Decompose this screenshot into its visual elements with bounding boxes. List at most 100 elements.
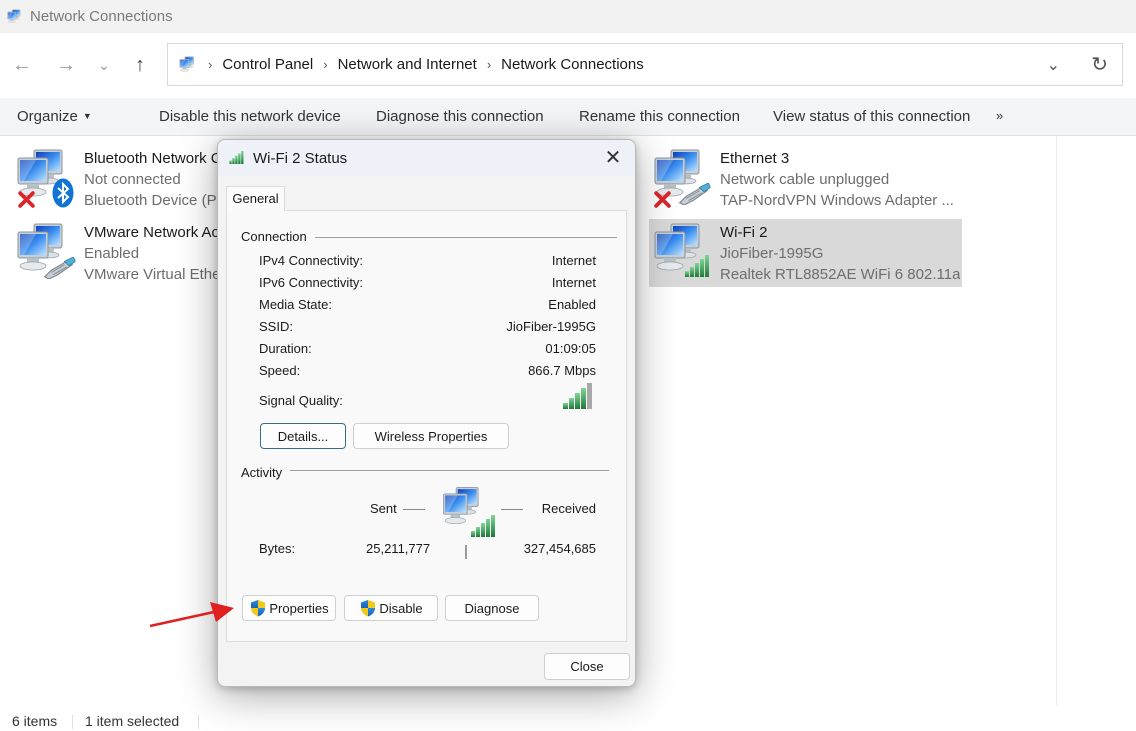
breadcrumb-control-panel[interactable]: Control Panel bbox=[222, 56, 313, 73]
signal-bars-icon bbox=[471, 515, 497, 537]
bytes-received-value: 327,454,685 bbox=[523, 541, 596, 556]
network-connections-icon bbox=[6, 9, 24, 25]
cable-icon bbox=[677, 183, 711, 205]
view-status-button[interactable]: View status of this connection bbox=[773, 108, 970, 125]
duration-label: Duration: bbox=[259, 341, 312, 356]
breadcrumb-network-and-internet[interactable]: Network and Internet bbox=[338, 56, 477, 73]
item-name: Ethernet 3 bbox=[720, 150, 790, 167]
speed-value: 866.7 Mbps bbox=[528, 363, 596, 378]
diagnose-connection-button[interactable]: Diagnose this connection bbox=[376, 108, 544, 125]
disconnected-x-icon bbox=[18, 191, 35, 208]
list-item-bluetooth[interactable]: Bluetooth Network C Not connected Blueto… bbox=[12, 143, 224, 211]
signal-bar bbox=[563, 403, 568, 409]
dialog-title-bar[interactable]: Wi-Fi 2 Status ✕ bbox=[218, 140, 635, 176]
recent-locations-button[interactable]: ⌄ bbox=[92, 53, 116, 77]
item-name: VMware Network Ac bbox=[84, 224, 219, 241]
ssid-value: JioFiber-1995G bbox=[506, 319, 596, 334]
network-connections-window: Network Connections ← → ⌄ ↑ › Control Pa… bbox=[0, 0, 1136, 731]
ipv6-label: IPv6 Connectivity: bbox=[259, 275, 364, 290]
refresh-icon[interactable]: ↻ bbox=[1091, 52, 1108, 77]
ipv6-value: Internet bbox=[551, 275, 596, 290]
disable-button[interactable]: Disable bbox=[344, 595, 438, 621]
breadcrumb-separator: › bbox=[486, 57, 492, 72]
uac-shield-icon bbox=[249, 599, 267, 617]
bytes-label: Bytes: bbox=[259, 541, 296, 556]
sent-line bbox=[403, 509, 425, 510]
annotation-arrow bbox=[149, 602, 234, 628]
signal-bar bbox=[581, 388, 586, 409]
speed-label: Speed: bbox=[259, 363, 301, 378]
disconnected-x-icon bbox=[654, 191, 671, 208]
status-separator bbox=[72, 715, 73, 729]
navigation-bar: ← → ⌄ ↑ › Control Panel › Network and In… bbox=[0, 33, 1136, 98]
activity-group-label: Activity bbox=[241, 465, 291, 480]
selection-count: 1 item selected bbox=[85, 713, 180, 729]
window-title: Network Connections bbox=[30, 8, 173, 25]
diagnose-button[interactable]: Diagnose bbox=[445, 595, 539, 621]
properties-label: Properties bbox=[269, 600, 329, 616]
arrow-shaft bbox=[149, 610, 215, 628]
disable-device-button[interactable]: Disable this network device bbox=[159, 108, 341, 125]
connection-divider bbox=[299, 237, 617, 238]
address-dropdown-icon[interactable]: ⌄ bbox=[1047, 55, 1060, 75]
general-panel: Connection IPv4 Connectivity: Internet I… bbox=[226, 210, 627, 642]
dialog-title: Wi-Fi 2 Status bbox=[253, 150, 348, 167]
organize-label: Organize bbox=[17, 108, 78, 125]
details-pane-divider bbox=[1056, 136, 1057, 706]
signal-quality-icon bbox=[563, 383, 592, 409]
item-name: Bluetooth Network C bbox=[84, 150, 222, 167]
item-status: Not connected bbox=[84, 171, 181, 188]
activity-divider-tick bbox=[465, 545, 467, 559]
address-bar[interactable]: › Control Panel › Network and Internet ›… bbox=[167, 43, 1123, 86]
item-status: Enabled bbox=[84, 245, 140, 262]
ipv4-label: IPv4 Connectivity: bbox=[259, 253, 364, 268]
back-button[interactable]: ← bbox=[10, 53, 34, 77]
details-button[interactable]: Details... bbox=[260, 423, 346, 449]
item-device: VMware Virtual Ethe bbox=[84, 266, 219, 283]
arrow-right-icon: → bbox=[56, 53, 76, 76]
status-separator bbox=[198, 715, 199, 729]
tab-general[interactable]: General bbox=[226, 186, 285, 211]
bluetooth-icon bbox=[52, 178, 74, 208]
list-item-wifi-2[interactable]: Wi-Fi 2 JioFiber-1995G Realtek RTL8852AE… bbox=[649, 219, 962, 287]
ipv4-value: Internet bbox=[551, 253, 596, 268]
forward-button[interactable]: → bbox=[54, 53, 78, 77]
organize-menu[interactable]: Organize ▼ bbox=[17, 108, 92, 125]
item-device: Bluetooth Device (Pe bbox=[84, 192, 224, 209]
properties-button[interactable]: Properties bbox=[242, 595, 336, 621]
sent-label: Sent bbox=[370, 501, 397, 516]
close-icon[interactable]: ✕ bbox=[601, 146, 625, 170]
item-status: Network cable unplugged bbox=[720, 171, 890, 188]
breadcrumb-separator: › bbox=[208, 57, 213, 72]
list-item-ethernet-3[interactable]: Ethernet 3 Network cable unplugged TAP-N… bbox=[649, 143, 962, 211]
item-count: 6 items bbox=[12, 713, 58, 729]
up-button[interactable]: ↑ bbox=[128, 53, 152, 77]
signal-bars-icon bbox=[685, 255, 711, 277]
arrow-head bbox=[210, 602, 234, 622]
breadcrumb-network-connections[interactable]: Network Connections bbox=[501, 56, 644, 73]
rename-connection-button[interactable]: Rename this connection bbox=[579, 108, 740, 125]
signal-bars-icon bbox=[228, 151, 246, 164]
cable-icon bbox=[42, 257, 76, 279]
item-name: Wi-Fi 2 bbox=[720, 224, 768, 241]
item-device: Realtek RTL8852AE WiFi 6 802.11a... bbox=[720, 266, 960, 283]
close-button[interactable]: Close bbox=[544, 653, 630, 680]
list-item-vmware[interactable]: VMware Network Ac Enabled VMware Virtual… bbox=[12, 217, 222, 285]
chevron-down-icon: ⌄ bbox=[98, 56, 110, 73]
title-bar: Network Connections bbox=[0, 0, 1136, 33]
item-device: TAP-NordVPN Windows Adapter ... bbox=[720, 192, 954, 209]
media-state-value: Enabled bbox=[548, 297, 596, 312]
more-commands-icon[interactable]: » bbox=[996, 108, 1003, 123]
wireless-properties-button[interactable]: Wireless Properties bbox=[353, 423, 509, 449]
breadcrumb-separator: › bbox=[323, 57, 328, 72]
duration-value: 01:09:05 bbox=[545, 341, 596, 356]
connection-group-label: Connection bbox=[241, 229, 315, 244]
wifi-status-dialog: Wi-Fi 2 Status ✕ General Connection IPv4… bbox=[217, 139, 636, 687]
signal-bar bbox=[569, 398, 574, 409]
signal-quality-label: Signal Quality: bbox=[259, 393, 343, 408]
bytes-sent-value: 25,211,777 bbox=[366, 541, 431, 556]
activity-divider bbox=[289, 470, 609, 471]
network-connections-icon bbox=[178, 56, 198, 74]
received-line bbox=[501, 509, 523, 510]
status-bar: 6 items 1 item selected bbox=[0, 706, 1136, 731]
